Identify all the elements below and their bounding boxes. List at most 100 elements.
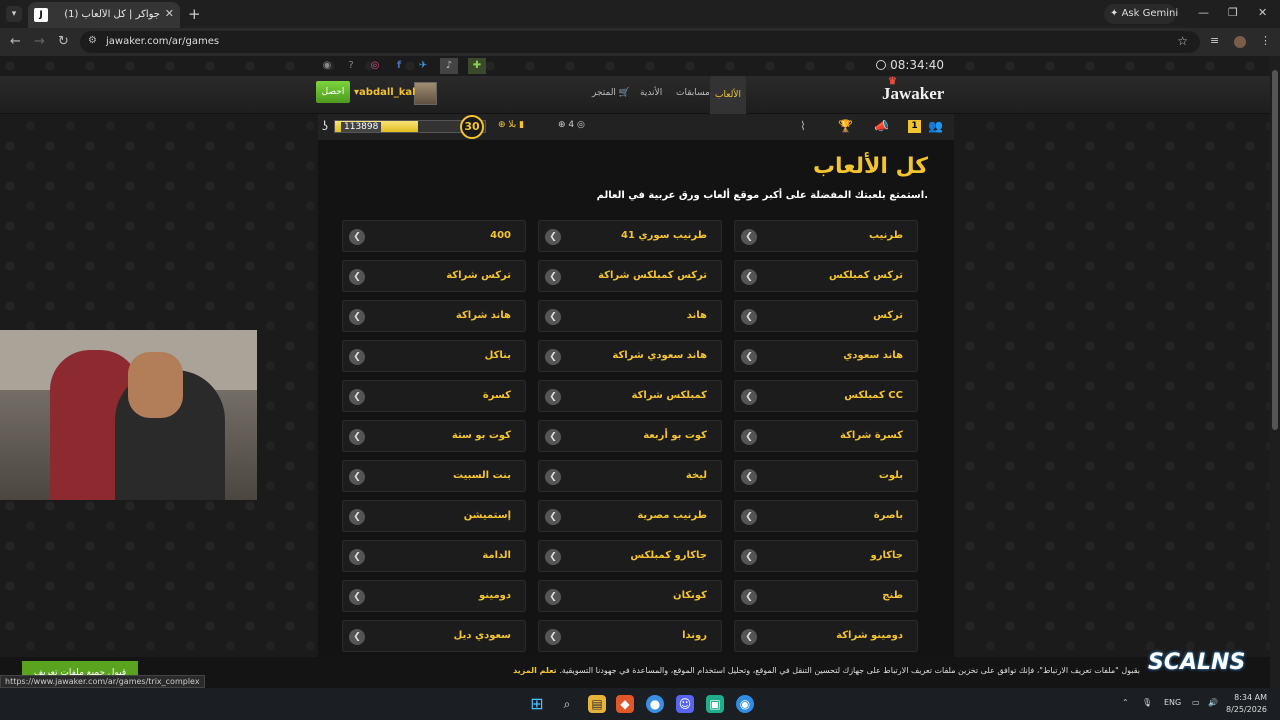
game-button[interactable]: ❮ هاند سعودي شراكة	[538, 340, 722, 372]
user-avatar[interactable]	[414, 82, 437, 105]
game-button[interactable]: ❮ كوت بو أربعة	[538, 420, 722, 452]
globe-icon[interactable]: ◉	[318, 58, 336, 74]
trophy-icon[interactable]: 🏆	[838, 119, 853, 133]
game-button[interactable]: ❮ دومينو شراكة	[734, 620, 918, 652]
game-button[interactable]: ❮ كونكان	[538, 580, 722, 612]
microphone-icon[interactable]: 🎙	[1142, 698, 1152, 707]
gift-icon: ◎	[577, 120, 585, 130]
file-explorer-icon[interactable]: ▤	[588, 695, 606, 713]
game-button[interactable]: ❮ كوت بو ستة	[342, 420, 526, 452]
tab-search-button[interactable]: ▾	[6, 6, 22, 22]
site-info-icon[interactable]: ⚙	[88, 35, 97, 46]
game-button[interactable]: ❮ إستميشن	[342, 500, 526, 532]
language-indicator[interactable]: ENG	[1164, 698, 1181, 707]
game-label: تركس كمبلكس شراكة	[598, 270, 707, 281]
server-clock: 08:34:40	[876, 58, 944, 72]
get-button[interactable]: احصل	[316, 81, 350, 103]
profile-avatar[interactable]	[1234, 36, 1246, 48]
volume-icon[interactable]: 🔊	[1208, 698, 1218, 707]
tray-chevron-icon[interactable]: ⌃	[1122, 698, 1129, 707]
more-menu-icon[interactable]: ⋮	[1260, 34, 1271, 47]
media-icon[interactable]: ≡	[1210, 34, 1219, 47]
game-button[interactable]: ❮ كمبلكس شراكة	[538, 380, 722, 412]
system-clock[interactable]: 8:34 AM 8/25/2026	[1226, 692, 1267, 716]
reload-icon[interactable]: ↻	[58, 34, 69, 49]
brave-icon[interactable]: ◆	[616, 695, 634, 713]
restore-icon[interactable]: ❐	[1228, 6, 1238, 19]
game-label: هاند	[686, 310, 707, 321]
game-button[interactable]: ❮ دومينو	[342, 580, 526, 612]
nav-store[interactable]: المتجر 🛒	[592, 88, 630, 98]
game-button[interactable]: ❮ كسرة	[342, 380, 526, 412]
new-tab-button[interactable]: +	[188, 5, 201, 23]
game-button[interactable]: ❮ باصرة	[734, 500, 918, 532]
game-button[interactable]: ❮ ليخة	[538, 460, 722, 492]
discord-icon[interactable]: ☺	[676, 695, 694, 713]
browser-tab-active[interactable]: J (1) جواكر | كل الألعاب ✕	[28, 2, 180, 28]
game-button[interactable]: ❮ تركس شراكة	[342, 260, 526, 292]
nav-games[interactable]: الألعاب	[710, 76, 746, 114]
game-button[interactable]: ❮ طرنيب سوري 41	[538, 220, 722, 252]
game-button[interactable]: ❮ بلوت	[734, 460, 918, 492]
network-icon[interactable]: ▭	[1192, 698, 1200, 707]
rss-icon[interactable]: ⌇	[800, 119, 806, 133]
game-button[interactable]: ❮ جاكارو كمبلكس	[538, 540, 722, 572]
jawaker-logo[interactable]: ♛ Jawaker	[882, 76, 944, 104]
facebook-icon[interactable]: f	[390, 58, 408, 74]
chevron-left-icon: ❮	[349, 349, 365, 365]
game-button[interactable]: ❮ سعودي ديل	[342, 620, 526, 652]
game-button[interactable]: ❮ كمبلكس CC	[734, 380, 918, 412]
game-button[interactable]: ❮ تركس كمبلكس	[734, 260, 918, 292]
game-button[interactable]: ❮ 400	[342, 220, 526, 252]
game-button[interactable]: ❮ تركس كمبلكس شراكة	[538, 260, 722, 292]
friends-icon[interactable]: 👥	[928, 119, 943, 133]
back-icon[interactable]: ←	[10, 34, 21, 49]
forward-icon[interactable]: →	[34, 34, 45, 49]
game-button[interactable]: ❮ هاند سعودي	[734, 340, 918, 372]
gamepad-icon[interactable]: ✚	[468, 58, 486, 74]
notification-badge[interactable]: 1	[908, 120, 921, 133]
learn-more-link[interactable]: تعلم المزيد	[513, 666, 557, 675]
game-button[interactable]: ❮ تركس	[734, 300, 918, 332]
instagram-icon[interactable]: ◎	[366, 58, 384, 74]
game-button[interactable]: ❮ كسرة شراكة	[734, 420, 918, 452]
scrollbar-thumb[interactable]	[1272, 70, 1278, 430]
game-button[interactable]: ❮ طرنيب مصرية	[538, 500, 722, 532]
webcam-overlay	[0, 330, 257, 500]
bookmark-star-icon[interactable]: ☆	[1177, 34, 1188, 48]
minimize-icon[interactable]: —	[1198, 6, 1209, 19]
page-scrollbar[interactable]	[1270, 56, 1280, 688]
game-button[interactable]: ❮ بنت السبيت	[342, 460, 526, 492]
game-button[interactable]: ❮ الدامة	[342, 540, 526, 572]
tokens-icon: ▮	[519, 120, 525, 130]
close-window-icon[interactable]: ✕	[1258, 6, 1267, 19]
game-button[interactable]: ❮ روندا	[538, 620, 722, 652]
chrome-icon[interactable]: ●	[646, 695, 664, 713]
ask-gemini-button[interactable]: ✦ Ask Gemini	[1104, 4, 1178, 24]
chevron-left-icon: ❮	[349, 469, 365, 485]
help-icon[interactable]: ?	[342, 58, 360, 74]
chevron-left-icon: ❮	[349, 309, 365, 325]
gifts-item[interactable]: ⊕ 4 ◎	[558, 120, 585, 130]
search-icon[interactable]: ⌕	[558, 695, 576, 713]
sound-icon[interactable]: ♪	[440, 58, 458, 74]
game-button[interactable]: ❮ جاكارو	[734, 540, 918, 572]
app-icon[interactable]: ▣	[706, 695, 724, 713]
game-button[interactable]: ❮ بناكل	[342, 340, 526, 372]
game-button[interactable]: ❮ هاند	[538, 300, 722, 332]
game-button[interactable]: ❮ طنج	[734, 580, 918, 612]
close-icon[interactable]: ✕	[165, 7, 174, 20]
user-menu[interactable]: ▾abdall_kal	[354, 87, 416, 98]
start-icon[interactable]: ⊞	[528, 695, 546, 713]
nav-clubs[interactable]: الأندية	[640, 88, 662, 98]
app-blue-icon[interactable]: ◉	[736, 695, 754, 713]
game-label: سعودي ديل	[453, 630, 511, 641]
tokens-item[interactable]: ⊕ بلا ▮	[498, 120, 524, 130]
game-label: كمبلكس شراكة	[631, 390, 707, 401]
game-button[interactable]: ❮ هاند شراكة	[342, 300, 526, 332]
game-button[interactable]: ❮ طرنيب	[734, 220, 918, 252]
address-bar[interactable]: ⚙ jawaker.com/ar/games ☆	[80, 31, 1200, 53]
twitter-icon[interactable]: ✈	[414, 58, 432, 74]
nav-contests[interactable]: مسابقات	[676, 88, 710, 98]
megaphone-icon[interactable]: 📣	[874, 119, 889, 133]
